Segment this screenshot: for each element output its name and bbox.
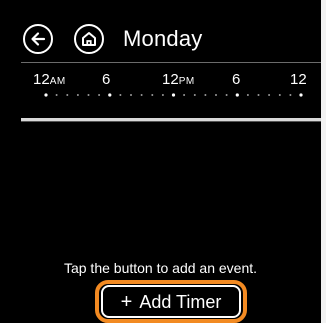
timeline-major-tick xyxy=(235,93,239,97)
timeline-minor-tick xyxy=(246,94,249,96)
timeline-minor-tick xyxy=(289,94,292,96)
timeline-minor-tick xyxy=(183,94,186,96)
timeline-major-tick xyxy=(108,93,112,97)
timeline-minor-tick xyxy=(225,94,228,96)
timeline-minor-tick xyxy=(257,94,260,96)
timeline-minor-tick xyxy=(55,94,58,96)
add-timer-button[interactable]: + Add Timer xyxy=(101,285,241,318)
header: Monday xyxy=(0,0,321,60)
timeline-axis: 12AM 6 12PM 6 12 xyxy=(0,66,321,106)
timeline-minor-tick xyxy=(130,94,132,96)
timeline-label-6am: 6 xyxy=(102,71,111,88)
home-icon xyxy=(82,32,96,46)
timeline-minor-tick xyxy=(119,94,122,96)
timeline-minor-tick xyxy=(151,94,154,96)
event-track-shadow xyxy=(21,121,321,122)
timeline-major-tick xyxy=(44,93,48,97)
plus-icon: + xyxy=(120,290,133,313)
timeline-minor-tick xyxy=(66,94,69,96)
timeline-minor-tick xyxy=(193,94,196,96)
timeline-ticks xyxy=(44,93,303,97)
back-button[interactable] xyxy=(23,24,53,54)
timeline-major-tick xyxy=(171,93,176,97)
schedule-screen: Monday 12AM 6 12PM 6 12 Tap the button t… xyxy=(0,0,326,323)
empty-state-message: Tap the button to add an event. xyxy=(63,260,258,276)
timeline-minor-tick xyxy=(98,94,101,96)
header-divider xyxy=(21,62,321,63)
timeline-minor-tick xyxy=(161,94,164,96)
timeline-minor-tick xyxy=(140,94,143,96)
timeline-minor-tick xyxy=(204,94,207,96)
timeline-major-tick xyxy=(299,93,303,97)
home-button[interactable] xyxy=(74,24,104,54)
page-title: Monday xyxy=(123,26,203,51)
timeline-label-6pm: 6 xyxy=(232,71,241,88)
timeline-minor-tick xyxy=(76,94,79,96)
timeline-minor-tick xyxy=(268,94,271,96)
screen-edge xyxy=(321,0,326,323)
arrow-left-icon xyxy=(31,32,46,46)
add-timer-label: Add Timer xyxy=(139,291,222,312)
timeline-minor-tick xyxy=(215,94,217,96)
timeline-label-12pm: 12PM xyxy=(162,71,195,88)
timeline-minor-tick xyxy=(87,94,90,96)
timeline-minor-tick xyxy=(278,94,281,96)
timeline-label-12am: 12AM xyxy=(33,71,66,88)
timeline-label-12-end: 12 xyxy=(290,71,307,88)
